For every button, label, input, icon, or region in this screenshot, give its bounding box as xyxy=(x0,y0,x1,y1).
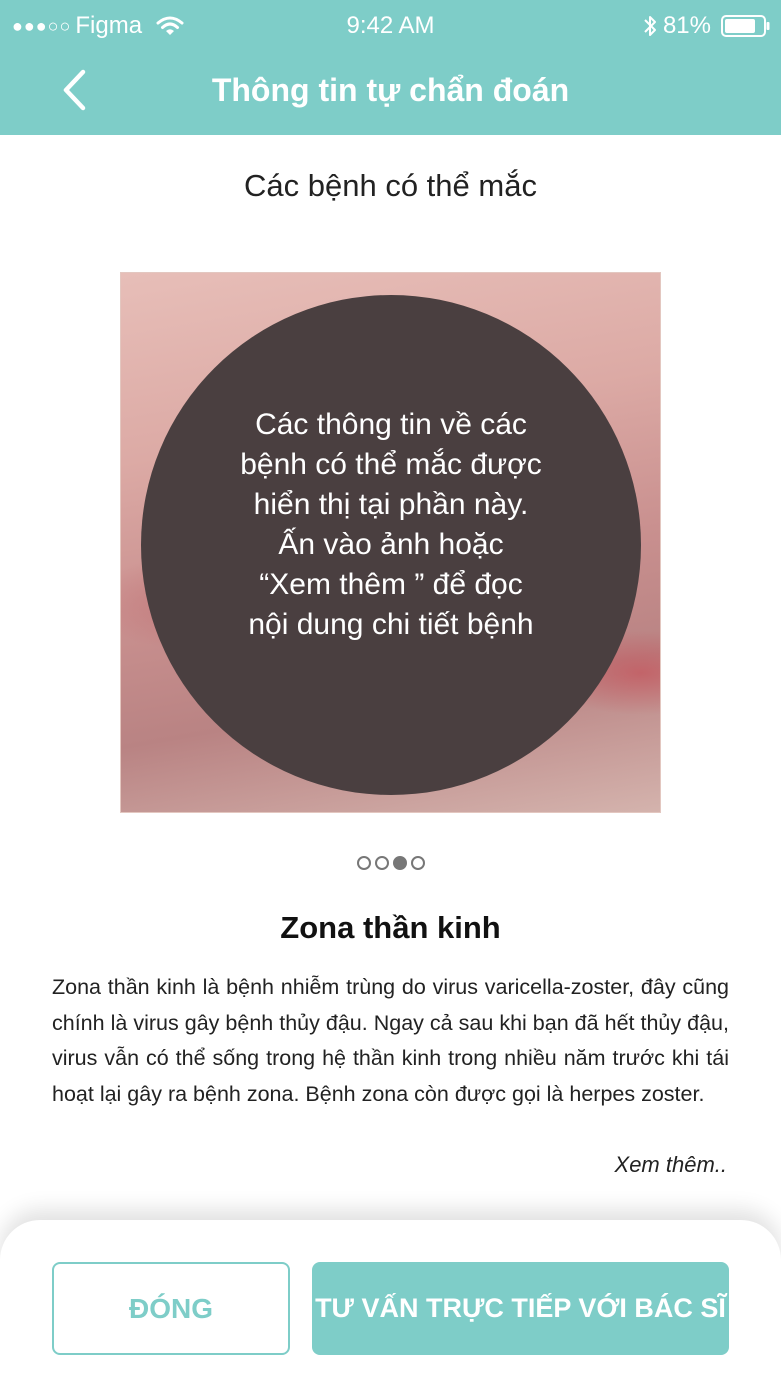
page-dot[interactable] xyxy=(374,856,389,870)
read-more-link[interactable]: Xem thêm.. xyxy=(615,1152,727,1178)
section-title: Các bệnh có thể mắc xyxy=(244,168,537,203)
bluetooth-icon xyxy=(644,16,656,36)
info-overlay: Các thông tin về các bệnh có thể mắc đượ… xyxy=(141,295,641,795)
status-bar: ●●●○○ Figma 9:42 AM 81% xyxy=(0,0,781,50)
page-dot[interactable] xyxy=(410,856,425,870)
bottom-action-panel: ĐÓNG TƯ VẤN TRỰC TIẾP VỚI BÁC SĨ xyxy=(0,1220,781,1400)
nav-bar: Thông tin tự chẩn đoán xyxy=(0,50,781,135)
disease-description: Zona thần kinh là bệnh nhiễm trùng do vi… xyxy=(52,975,729,1106)
page-dot[interactable] xyxy=(392,856,407,870)
disease-name: Zona thần kinh xyxy=(280,910,501,945)
page-dot[interactable] xyxy=(356,856,371,870)
app-header: ●●●○○ Figma 9:42 AM 81% Thông tin tự chẩ… xyxy=(0,0,781,135)
battery-percent: 81% xyxy=(662,12,711,39)
overlay-text: Các thông tin về các bệnh có thể mắc đượ… xyxy=(240,408,542,641)
status-right: 81% xyxy=(643,12,771,40)
battery-icon xyxy=(721,15,770,37)
consult-doctor-button[interactable]: TƯ VẤN TRỰC TIẾP VỚI BÁC SĨ xyxy=(312,1262,729,1355)
close-button[interactable]: ĐÓNG xyxy=(52,1262,290,1355)
page-indicator xyxy=(0,856,781,870)
disease-image[interactable]: Các thông tin về các bệnh có thể mắc đượ… xyxy=(120,272,661,813)
page-title: Thông tin tự chẩn đoán xyxy=(211,72,570,108)
